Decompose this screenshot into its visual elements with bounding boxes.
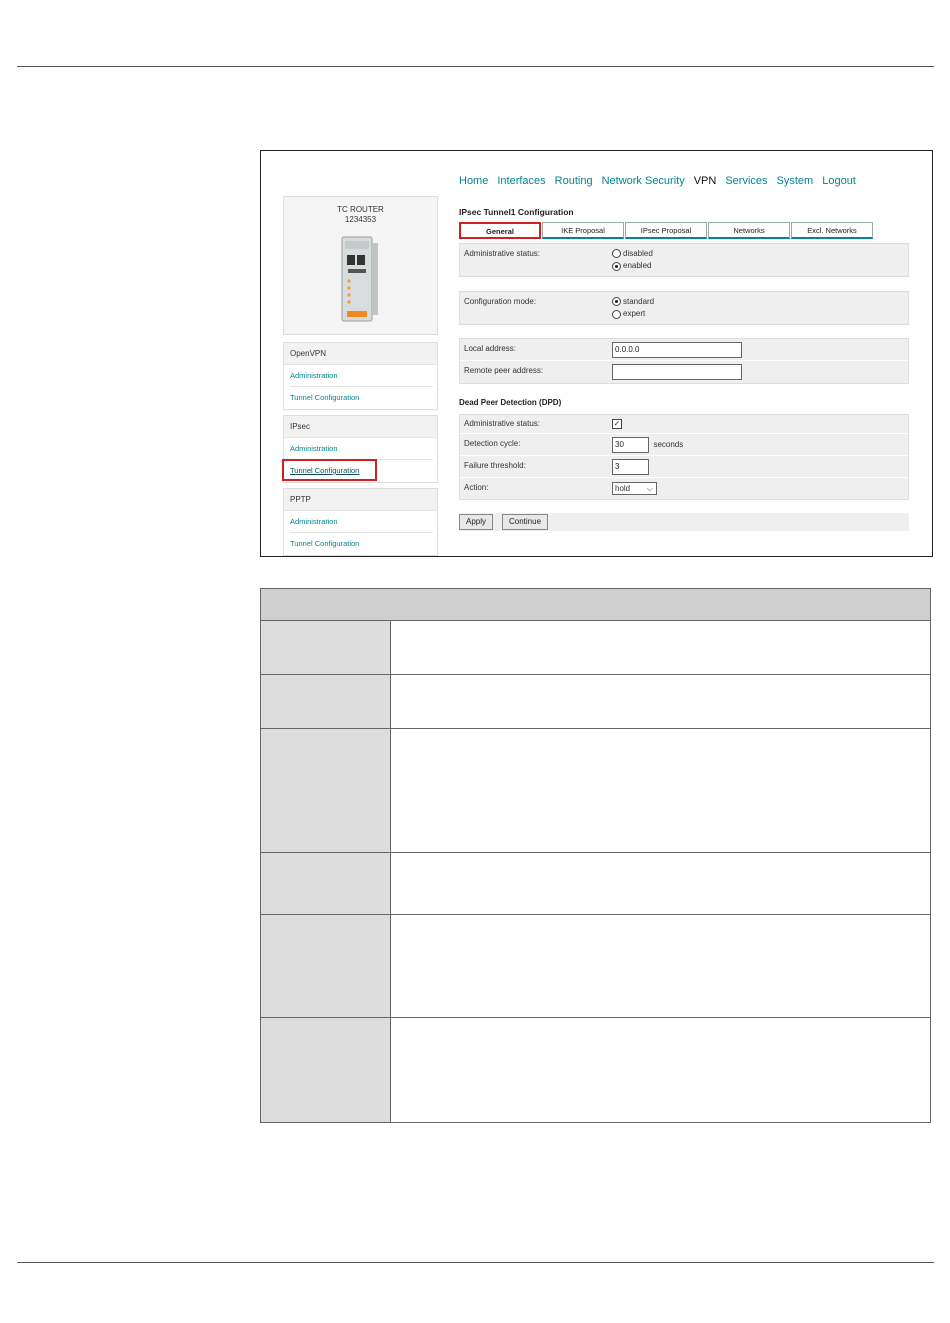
radio-disabled-option[interactable]: disabled <box>612 249 653 259</box>
sidebar-group-pptp: PPTP Administration Tunnel Configuration <box>283 488 438 556</box>
nav-logout[interactable]: Logout <box>822 175 856 187</box>
router-device-icon <box>341 236 378 322</box>
dpd-panel: Administrative status: ✓ Detection cycle… <box>459 414 909 500</box>
config-tabs: General IKE Proposal IPsec Proposal Netw… <box>459 222 874 239</box>
table-cell-term <box>261 915 391 1017</box>
radio-enabled[interactable] <box>612 261 621 271</box>
sidebar-group-title: IPsec <box>284 416 437 438</box>
address-panel: Local address: 0.0.0.0 Remote peer addre… <box>459 338 909 384</box>
table-row <box>261 915 930 1018</box>
admin-status-label: Administrative status: <box>464 249 541 258</box>
nav-interfaces[interactable]: Interfaces <box>497 175 545 187</box>
table-cell-term <box>261 1018 391 1122</box>
top-nav: Home Interfaces Routing Network Security… <box>459 175 865 187</box>
sidebar-group-title: OpenVPN <box>284 343 437 365</box>
radio-enabled-label: enabled <box>623 261 652 271</box>
sidebar-item-ipsec-administration[interactable]: Administration <box>290 438 433 460</box>
dpd-title: Dead Peer Detection (DPD) <box>459 398 562 407</box>
tab-general[interactable]: General <box>459 222 541 239</box>
highlight-tunnel-configuration <box>282 459 377 481</box>
device-name: TC ROUTER <box>337 205 384 214</box>
tab-networks[interactable]: Networks <box>708 222 790 239</box>
failure-threshold-label: Failure threshold: <box>464 461 526 470</box>
table-cell-term <box>261 853 391 914</box>
chevron-down-icon: ⌵ <box>646 484 653 493</box>
device-info-box: TC ROUTER 1234353 <box>283 196 438 335</box>
table-header <box>261 589 930 621</box>
sidebar-item-pptp-tunnel-configuration[interactable]: Tunnel Configuration <box>290 533 433 555</box>
local-address-label: Local address: <box>464 344 517 353</box>
detection-cycle-label: Detection cycle: <box>464 439 521 448</box>
detection-cycle-input[interactable]: 30 <box>612 437 649 453</box>
radio-expert[interactable] <box>612 309 621 319</box>
remote-peer-address-input[interactable] <box>612 364 742 380</box>
sidebar-item-openvpn-administration[interactable]: Administration <box>290 365 433 387</box>
table-row <box>261 1018 930 1122</box>
radio-disabled-label: disabled <box>623 249 653 258</box>
footer-rule <box>17 1262 934 1263</box>
sidebar-group-title: PPTP <box>284 489 437 511</box>
action-select-value: hold <box>615 484 631 493</box>
tab-ike-proposal[interactable]: IKE Proposal <box>542 222 624 239</box>
sidebar-item-pptp-administration[interactable]: Administration <box>290 511 433 533</box>
table-cell-term <box>261 621 391 674</box>
radio-standard-option[interactable]: standard <box>612 297 655 307</box>
config-title: IPsec Tunnel1 Configuration <box>459 207 574 217</box>
table-cell-term <box>261 675 391 728</box>
remote-peer-address-label: Remote peer address: <box>464 366 544 375</box>
dpd-admin-status-label: Administrative status: <box>464 419 541 428</box>
router-screenshot: Home Interfaces Routing Network Security… <box>260 150 933 557</box>
config-mode-label: Configuration mode: <box>464 297 537 306</box>
nav-home[interactable]: Home <box>459 175 488 187</box>
tab-excl-networks[interactable]: Excl. Networks <box>791 222 873 239</box>
config-mode-panel: Configuration mode: standard expert <box>459 291 909 325</box>
table-cell-description <box>391 853 930 914</box>
description-table <box>260 588 931 1123</box>
table-cell-description <box>391 1018 930 1122</box>
admin-status-panel: Administrative status: disabled enabled <box>459 243 909 277</box>
radio-expert-option[interactable]: expert <box>612 309 654 319</box>
nav-routing[interactable]: Routing <box>555 175 593 187</box>
action-select[interactable]: hold ⌵ <box>612 482 657 495</box>
dpd-admin-checkbox[interactable]: ✓ <box>612 419 622 429</box>
table-row <box>261 853 930 915</box>
detection-cycle-unit: seconds <box>653 440 684 449</box>
nav-services[interactable]: Services <box>725 175 767 187</box>
table-cell-description <box>391 729 930 852</box>
sidebar-item-openvpn-tunnel-configuration[interactable]: Tunnel Configuration <box>290 387 433 409</box>
table-row <box>261 621 930 675</box>
header-rule <box>17 66 934 67</box>
table-cell-description <box>391 675 930 728</box>
nav-vpn[interactable]: VPN <box>694 175 717 187</box>
local-address-input[interactable]: 0.0.0.0 <box>612 342 742 358</box>
radio-expert-label: expert <box>623 309 646 319</box>
table-row <box>261 729 930 853</box>
continue-button[interactable]: Continue <box>502 514 549 530</box>
radio-standard-label: standard <box>623 297 655 306</box>
radio-enabled-option[interactable]: enabled <box>612 261 653 271</box>
nav-system[interactable]: System <box>777 175 814 187</box>
radio-disabled[interactable] <box>612 249 621 259</box>
radio-standard[interactable] <box>612 297 621 307</box>
table-cell-description <box>391 621 930 674</box>
nav-network-security[interactable]: Network Security <box>602 175 685 187</box>
failure-threshold-input[interactable]: 3 <box>612 459 649 475</box>
tab-ipsec-proposal[interactable]: IPsec Proposal <box>625 222 707 239</box>
button-bar: Apply Continue <box>459 513 909 531</box>
sidebar-group-openvpn: OpenVPN Administration Tunnel Configurat… <box>283 342 438 410</box>
table-cell-description <box>391 915 930 1017</box>
table-cell-term <box>261 729 391 852</box>
apply-button[interactable]: Apply <box>459 514 494 530</box>
device-number: 1234353 <box>344 215 377 224</box>
action-label: Action: <box>464 483 489 492</box>
table-row <box>261 675 930 729</box>
